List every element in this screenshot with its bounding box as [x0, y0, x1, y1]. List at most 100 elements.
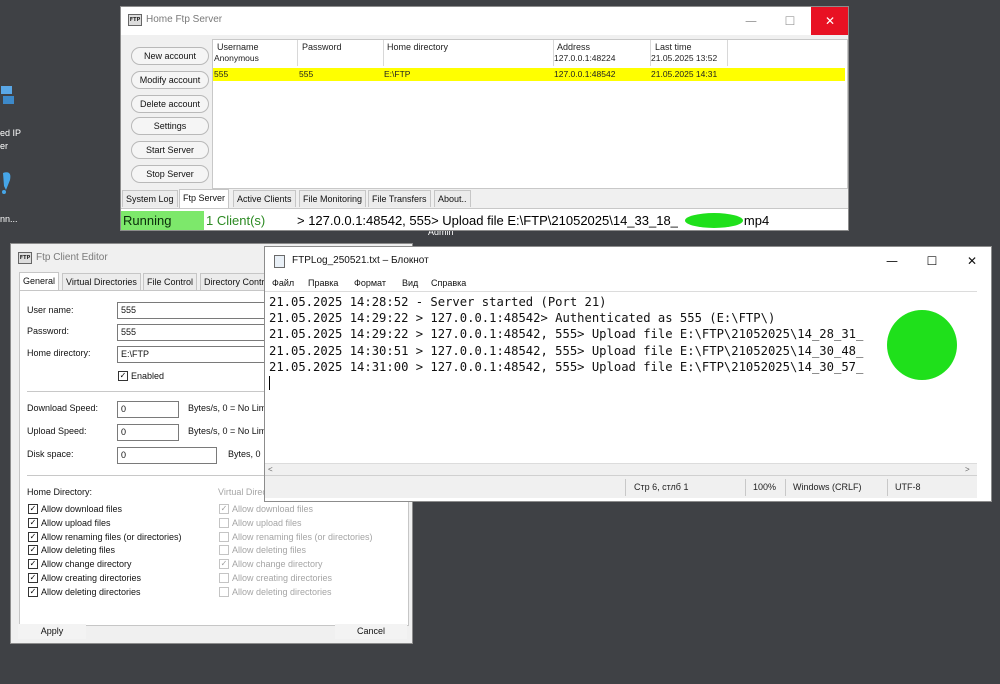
table-row-selected[interactable]: 555 555 E:\FTP 127.0.0.1:48542 21.05.202… [213, 68, 845, 81]
allow-deleting-files-checkbox[interactable]: ✓ [28, 545, 38, 555]
close-button[interactable]: ✕ [811, 7, 848, 35]
home-directory-label: Home directory: [27, 348, 91, 358]
virtual-allow-deleting-directories-checkbox [219, 587, 229, 597]
home-directory-title: Home Directory: [27, 487, 93, 497]
maximize-button[interactable]: ☐ [773, 7, 807, 35]
allow-download-checkbox[interactable]: ✓ [28, 504, 38, 514]
tab-active-clients[interactable]: Active Clients [233, 190, 296, 207]
allow-download-label: Allow download files [41, 504, 123, 514]
user-name-input[interactable]: 555 [117, 302, 277, 319]
title-bar[interactable]: FTP Home Ftp Server — ☐ ✕ [121, 7, 848, 35]
redaction-blot [685, 213, 743, 228]
download-speed-input[interactable]: 0 [117, 401, 179, 418]
stop-server-button[interactable]: Stop Server [131, 165, 209, 183]
cell-home-directory: E:\FTP [384, 69, 411, 79]
modify-account-button[interactable]: Modify account [131, 71, 209, 89]
tab-virtual-directories[interactable]: Virtual Directories [62, 273, 141, 290]
enabled-label: Enabled [131, 371, 165, 381]
tab-file-monitoring[interactable]: File Monitoring [299, 190, 367, 207]
scroll-right-arrow[interactable]: > [965, 464, 970, 475]
menu-file[interactable]: Файл [272, 275, 294, 291]
cell-password: 555 [299, 69, 314, 79]
log-line: 21.05.2025 14:30:51 > 127.0.0.1:48542, 5… [269, 344, 943, 358]
enabled-checkbox[interactable]: ✓ [118, 371, 128, 381]
allow-deleting-directories-checkbox[interactable]: ✓ [28, 587, 38, 597]
virtual-allow-upload-label: Allow upload files [232, 518, 302, 528]
horizontal-scrollbar[interactable]: < > [265, 463, 977, 475]
menu-edit[interactable]: Правка [308, 275, 338, 291]
allow-creating-directories-checkbox[interactable]: ✓ [28, 573, 38, 583]
virtual-allow-change-directory-checkbox: ✓ [219, 559, 229, 569]
allow-renaming-checkbox[interactable]: ✓ [28, 532, 38, 542]
download-speed-label: Download Speed: [27, 403, 99, 413]
desktop-label: ed IP [0, 128, 22, 138]
help-icon[interactable] [0, 170, 16, 194]
menu-format[interactable]: Формат [354, 275, 386, 291]
delete-account-button[interactable]: Delete account [131, 95, 209, 113]
status-bar: Стр 6, стлб 1 100% Windows (CRLF) UTF-8 [265, 475, 977, 498]
client-count: 1 Client(s) [206, 213, 266, 228]
disk-space-input[interactable]: 0 [117, 447, 217, 464]
text-area[interactable]: 21.05.2025 14:28:52 - Server started (Po… [265, 291, 977, 463]
allow-upload-checkbox[interactable]: ✓ [28, 518, 38, 528]
allow-deleting-files-label: Allow deleting files [41, 545, 116, 555]
last-action-text: > 127.0.0.1:48542, 555> Upload file E:\F… [297, 213, 678, 228]
menu-view[interactable]: Вид [402, 275, 418, 291]
virtual-allow-change-directory-label: Allow change directory [232, 559, 323, 569]
settings-button[interactable]: Settings [131, 117, 209, 135]
virtual-allow-renaming-label: Allow renaming files (or directories) [232, 532, 373, 542]
line-ending: Windows (CRLF) [793, 482, 862, 492]
cancel-button[interactable]: Cancel [335, 624, 407, 639]
log-line: 21.05.2025 14:31:00 > 127.0.0.1:48542, 5… [269, 360, 943, 374]
tab-about[interactable]: About.. [434, 190, 471, 207]
allow-change-directory-checkbox[interactable]: ✓ [28, 559, 38, 569]
password-input[interactable]: 555 [117, 324, 277, 341]
network-icon[interactable] [0, 84, 16, 106]
column-header[interactable]: Address [557, 42, 590, 52]
cell-address: 127.0.0.1:48542 [554, 69, 616, 79]
column-header[interactable]: Last time [655, 42, 692, 52]
disk-space-unit: Bytes, 0 [228, 449, 261, 459]
column-header[interactable]: Home directory [387, 42, 448, 52]
cell-last-time: 21.05.2025 13:52 [651, 53, 718, 63]
tab-ftp-server[interactable]: Ftp Server [179, 189, 230, 208]
scroll-left-arrow[interactable]: < [268, 464, 273, 475]
allow-upload-label: Allow upload files [41, 518, 111, 528]
menu-help[interactable]: Справка [431, 275, 466, 291]
password-label: Password: [27, 326, 70, 336]
start-server-button[interactable]: Start Server [131, 141, 209, 159]
upload-speed-input[interactable]: 0 [117, 424, 179, 441]
minimize-button[interactable]: — [734, 7, 768, 35]
tab-general[interactable]: General [19, 272, 60, 291]
log-line: 21.05.2025 14:29:22 > 127.0.0.1:48542, 5… [269, 327, 943, 341]
window-title: Home Ftp Server [146, 14, 223, 25]
allow-deleting-directories-label: Allow deleting directories [41, 587, 141, 597]
virtual-allow-download-checkbox: ✓ [219, 504, 229, 514]
close-button[interactable]: ✕ [955, 247, 989, 275]
disk-space-label: Disk space: [27, 449, 74, 459]
tab-system-log[interactable]: System Log [122, 190, 178, 207]
virtual-allow-upload-checkbox [219, 518, 229, 528]
tab-directory-control[interactable]: Directory Contr [200, 273, 269, 290]
minimize-button[interactable]: — [875, 247, 909, 275]
allow-change-directory-label: Allow change directory [41, 559, 132, 569]
apply-button[interactable]: Apply [18, 624, 86, 639]
tab-file-control[interactable]: File Control [143, 273, 198, 290]
tab-file-transfers[interactable]: File Transfers [368, 190, 431, 207]
cell-address: 127.0.0.1:48224 [554, 53, 616, 63]
notepad-window: FTPLog_250521.txt – Блокнот — ☐ ✕ Файл П… [264, 246, 992, 502]
desktop-label: nn... [0, 214, 18, 224]
column-header[interactable]: Username [217, 42, 259, 52]
home-directory-input[interactable]: E:\FTP [117, 346, 277, 363]
title-bar[interactable]: FTPLog_250521.txt – Блокнот — ☐ ✕ [265, 247, 991, 275]
last-action-ext: mp4 [743, 213, 770, 228]
log-line: 21.05.2025 14:29:22 > 127.0.0.1:48542> A… [269, 311, 776, 325]
cursor-position: Стр 6, стлб 1 [634, 482, 689, 492]
new-account-button[interactable]: New account [131, 47, 209, 65]
window-title: Ftp Client Editor [36, 252, 108, 263]
column-header[interactable]: Password [302, 42, 342, 52]
cell-username: Anonymous [214, 53, 259, 63]
upload-speed-unit: Bytes/s, 0 = No Lim [188, 426, 267, 436]
virtual-allow-deleting-files-label: Allow deleting files [232, 545, 307, 555]
maximize-button[interactable]: ☐ [915, 247, 949, 275]
